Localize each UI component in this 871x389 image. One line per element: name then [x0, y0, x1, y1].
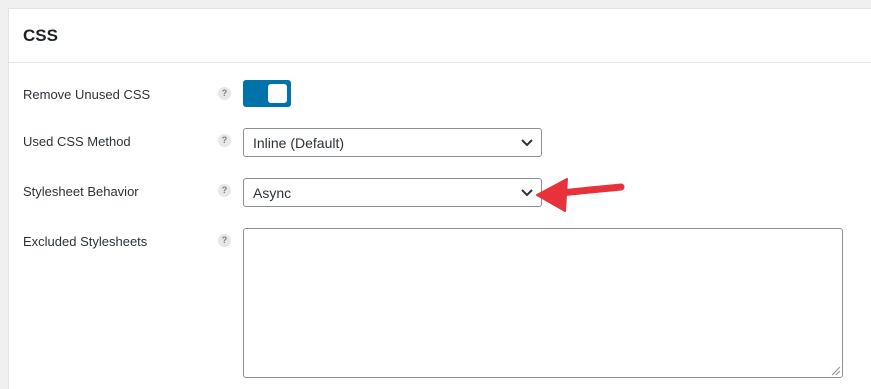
stylesheet-behavior-select[interactable]: Async: [243, 178, 542, 207]
chevron-down-icon: [521, 139, 533, 147]
chevron-down-icon: [521, 189, 533, 197]
remove-unused-css-label: Remove Unused CSS: [23, 87, 151, 102]
help-icon[interactable]: ?: [218, 234, 231, 247]
used-css-method-select[interactable]: Inline (Default): [243, 128, 542, 157]
help-icon[interactable]: ?: [218, 184, 231, 197]
help-icon[interactable]: ?: [218, 87, 231, 100]
stylesheet-behavior-label: Stylesheet Behavior: [23, 184, 139, 199]
used-css-method-value: Inline (Default): [253, 135, 345, 151]
section-title: CSS: [23, 26, 58, 45]
help-icon[interactable]: ?: [218, 134, 231, 147]
excluded-stylesheets-label: Excluded Stylesheets: [23, 234, 148, 249]
resize-grip-icon[interactable]: [830, 365, 841, 376]
used-css-method-label: Used CSS Method: [23, 134, 131, 149]
remove-unused-css-toggle[interactable]: [243, 80, 291, 107]
toggle-knob: [268, 84, 287, 103]
css-settings-panel: CSS Remove Unused CSS ? Used CSS Method …: [8, 8, 871, 389]
excluded-stylesheets-textarea[interactable]: [243, 228, 843, 378]
stylesheet-behavior-value: Async: [253, 185, 292, 201]
section-divider: [9, 62, 871, 63]
red-arrow-icon: [536, 178, 625, 212]
